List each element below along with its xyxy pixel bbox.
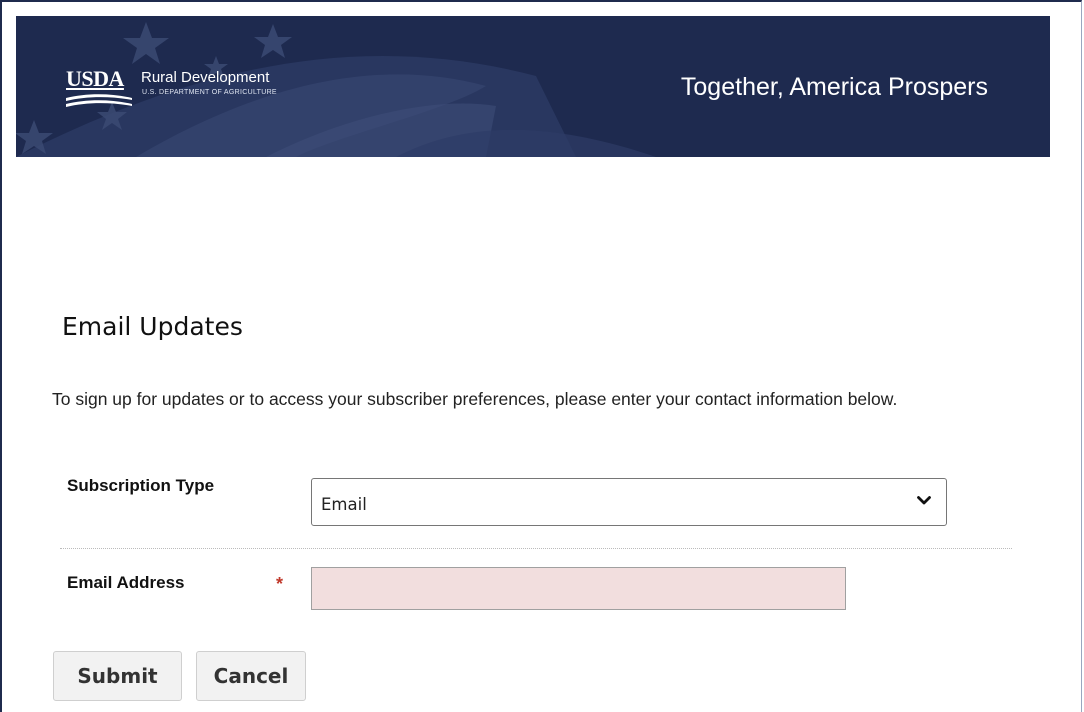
usda-swoosh-icon — [66, 94, 132, 107]
page-title: Email Updates — [62, 312, 243, 341]
intro-text: To sign up for updates or to access your… — [52, 389, 898, 409]
usda-logo[interactable]: USDA Rural Development U.S. DEPARTMENT O… — [66, 66, 366, 126]
site-header: USDA Rural Development U.S. DEPARTMENT O… — [16, 16, 1050, 157]
agency-name: Rural Development — [141, 69, 270, 86]
usda-mark: USDA — [66, 66, 124, 91]
subscription-type-value: Email — [321, 495, 367, 514]
cancel-button[interactable]: Cancel — [196, 651, 306, 701]
submit-button[interactable]: Submit — [53, 651, 182, 701]
subscription-type-select[interactable]: Email — [311, 478, 947, 526]
chevron-down-icon — [917, 496, 931, 505]
email-address-input[interactable] — [311, 567, 846, 610]
required-marker: * — [276, 574, 284, 594]
email-address-label: Email Address — [67, 573, 185, 592]
subscription-type-label: Subscription Type — [67, 476, 215, 495]
header-tagline: Together, America Prospers — [680, 73, 988, 101]
form-divider — [60, 548, 1012, 549]
department-name: U.S. DEPARTMENT OF AGRICULTURE — [142, 89, 277, 96]
